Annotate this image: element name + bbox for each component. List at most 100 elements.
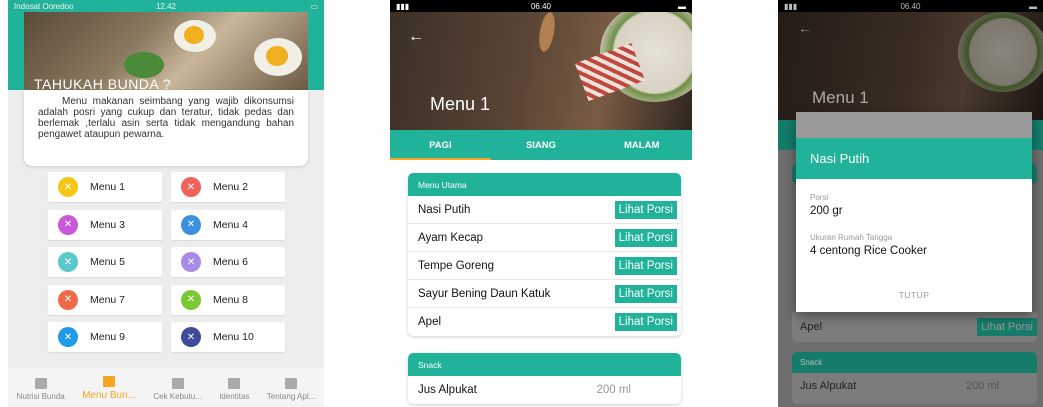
urt-value: 4 centong Rice Cooker [810, 245, 927, 257]
nav-label: Identitas [219, 392, 250, 401]
nav-item-3[interactable]: Cek Kebutu... [153, 378, 202, 401]
menu-button-1[interactable]: ✕ Menu 1 [48, 172, 162, 202]
menu-utama-section: Menu Utama Nasi Putih Lihat Porsi Ayam Kec… [408, 173, 681, 336]
item-value: 200 ml [596, 384, 631, 396]
menu-button-8[interactable]: ✕ Menu 8 [171, 284, 285, 315]
cutlery-icon: ✕ [58, 289, 78, 310]
status-time: 06.40 [530, 1, 552, 11]
bottom-navigation: Nutrisi Bunda Menu Bun... Cek Kebutu... Ide… [8, 368, 324, 407]
menu-button-label: Menu 10 [213, 331, 254, 343]
screen-menu-bunda: Indosat Ooredoo 12.42 ▭ TAHUKAH BUNDA ? … [8, 0, 324, 407]
book-icon [34, 378, 47, 389]
item-name: Apel [800, 321, 823, 333]
signal-icon: ▮▮▮ [784, 1, 798, 11]
menu-button-label: Menu 8 [213, 293, 249, 306]
page-title: Menu 1 [812, 88, 869, 107]
item-name: Jus Alpukat [800, 380, 857, 392]
screen-porsi-dialog: ▮▮▮ 06.40 ▬ ← Menu 1 Apel Lihat Porsi Sn… [778, 0, 1043, 407]
meal-tabs: PAGI SIANG MALAM [390, 130, 692, 160]
menu-button-9[interactable]: ✕ Menu 9 [48, 322, 162, 352]
status-bar: ▮▮▮ 06.40 ▬ [390, 0, 692, 12]
help-icon [285, 378, 298, 389]
tab-malam[interactable]: MALAM [591, 130, 692, 160]
item-name: Ayam Kecap [418, 231, 483, 244]
signal-icon: ▮▮▮ [396, 1, 410, 11]
cutlery-icon: ✕ [58, 327, 78, 347]
battery-icon: ▭ [310, 1, 318, 11]
list-item: Nasi Putih Lihat Porsi [408, 196, 681, 224]
cutlery-icon: ✕ [181, 289, 201, 310]
list-item: Tempe Goreng Lihat Porsi [408, 252, 681, 280]
back-arrow-icon[interactable]: ← [408, 28, 424, 46]
status-time: 12.42 [155, 1, 177, 11]
menu-button-6[interactable]: ✕ Menu 6 [171, 247, 285, 277]
menu-button-label: Menu 1 [90, 181, 126, 193]
carrier-label: Indosat Ooredoo [14, 1, 74, 11]
list-item: Jus Alpukat 200 ml [408, 376, 681, 404]
dimmed-row: Apel Lihat Porsi [792, 312, 1037, 342]
nav-item-4[interactable]: Identitas [219, 378, 249, 401]
lihat-porsi-button[interactable]: Lihat Porsi [614, 313, 677, 331]
page-title: Menu 1 [430, 94, 491, 114]
screen-menu-detail: ▮▮▮ 06.40 ▬ ← Menu 1 PAGI SIANG MALAM Me… [390, 0, 692, 407]
battery-icon: ▬ [1029, 1, 1037, 11]
menu-button-2[interactable]: ✕ Menu 2 [171, 172, 285, 202]
menu-button-label: Menu 6 [213, 256, 249, 268]
menu-button-5[interactable]: ✕ Menu 5 [48, 247, 162, 277]
info-card: Menu makanan seimbang yang wajib dikonsu… [24, 90, 308, 166]
menu-button-label: Menu 9 [90, 331, 126, 343]
tab-siang[interactable]: SIANG [491, 130, 592, 160]
check-icon [171, 378, 184, 389]
back-arrow-icon[interactable]: ← [798, 20, 812, 36]
menu-button-10[interactable]: ✕ Menu 10 [171, 322, 285, 352]
list-item: Ayam Kecap Lihat Porsi [408, 224, 681, 252]
info-text: Menu makanan seimbang yang wajib dikonsu… [38, 96, 294, 140]
tab-pagi[interactable]: PAGI [390, 130, 491, 160]
lihat-porsi-button[interactable]: Lihat Porsi [977, 318, 1037, 336]
menu-button-7[interactable]: ✕ Menu 7 [48, 284, 162, 315]
snack-section: Snack Jus Alpukat 200 ml [408, 353, 681, 404]
cutlery-icon: ✕ [181, 327, 201, 347]
cutlery-icon: ✕ [181, 177, 201, 197]
plate-image [958, 12, 1043, 92]
menu-button-label: Menu 4 [213, 218, 249, 231]
cutlery-icon: ✕ [58, 177, 78, 197]
dialog-title: Nasi Putih [796, 138, 1032, 179]
cutlery-icon: ✕ [58, 214, 78, 235]
urt-label: Ukuran Rumah Tangga [810, 233, 893, 242]
lihat-porsi-button[interactable]: Lihat Porsi [614, 256, 677, 275]
lihat-porsi-button[interactable]: Lihat Porsi [614, 284, 677, 303]
cutlery-icon: ✕ [181, 252, 201, 272]
menu-book-icon [103, 376, 116, 387]
list-item: Jus Alpukat 200 ml [792, 373, 1037, 399]
lihat-porsi-button[interactable]: Lihat Porsi [614, 200, 677, 219]
list-item: Sayur Bening Daun Katuk Lihat Porsi [408, 280, 681, 308]
lihat-porsi-button[interactable]: Lihat Porsi [614, 228, 677, 247]
section-header: Menu Utama [408, 173, 681, 196]
nav-label: Nutrisi Bunda [16, 392, 65, 401]
nav-item-5[interactable]: Tentang Apl... [267, 378, 315, 401]
porsi-value: 200 gr [810, 205, 843, 217]
status-time: 06.40 [900, 1, 921, 11]
nav-label: Tentang Apl... [266, 392, 316, 401]
hero-banner: ← Menu 1 [390, 12, 692, 130]
item-value: 200 ml [965, 380, 999, 392]
item-name: Nasi Putih [418, 203, 471, 216]
nav-label: Menu Bun... [82, 390, 136, 401]
menu-button-label: Menu 7 [90, 293, 126, 306]
cutlery-icon: ✕ [181, 214, 201, 235]
cutlery-icon: ✕ [58, 252, 78, 272]
nav-item-2[interactable]: Menu Bun... [82, 376, 136, 401]
menu-button-4[interactable]: ✕ Menu 4 [171, 209, 285, 240]
status-bar: Indosat Ooredoo 12.42 ▭ [8, 0, 324, 12]
item-name: Tempe Goreng [418, 259, 495, 272]
section-header: Snack [792, 352, 1037, 373]
nav-item-1[interactable]: Nutrisi Bunda [17, 378, 65, 401]
porsi-label: Porsi [810, 193, 829, 202]
item-name: Sayur Bening Daun Katuk [418, 287, 551, 300]
close-button[interactable]: TUTUP [796, 290, 1032, 300]
item-name: Jus Alpukat [418, 384, 477, 396]
porsi-dialog: Nasi Putih Porsi 200 gr Ukuran Rumah Tan… [796, 112, 1032, 312]
item-name: Apel [418, 316, 442, 328]
menu-button-3[interactable]: ✕ Menu 3 [48, 209, 162, 240]
